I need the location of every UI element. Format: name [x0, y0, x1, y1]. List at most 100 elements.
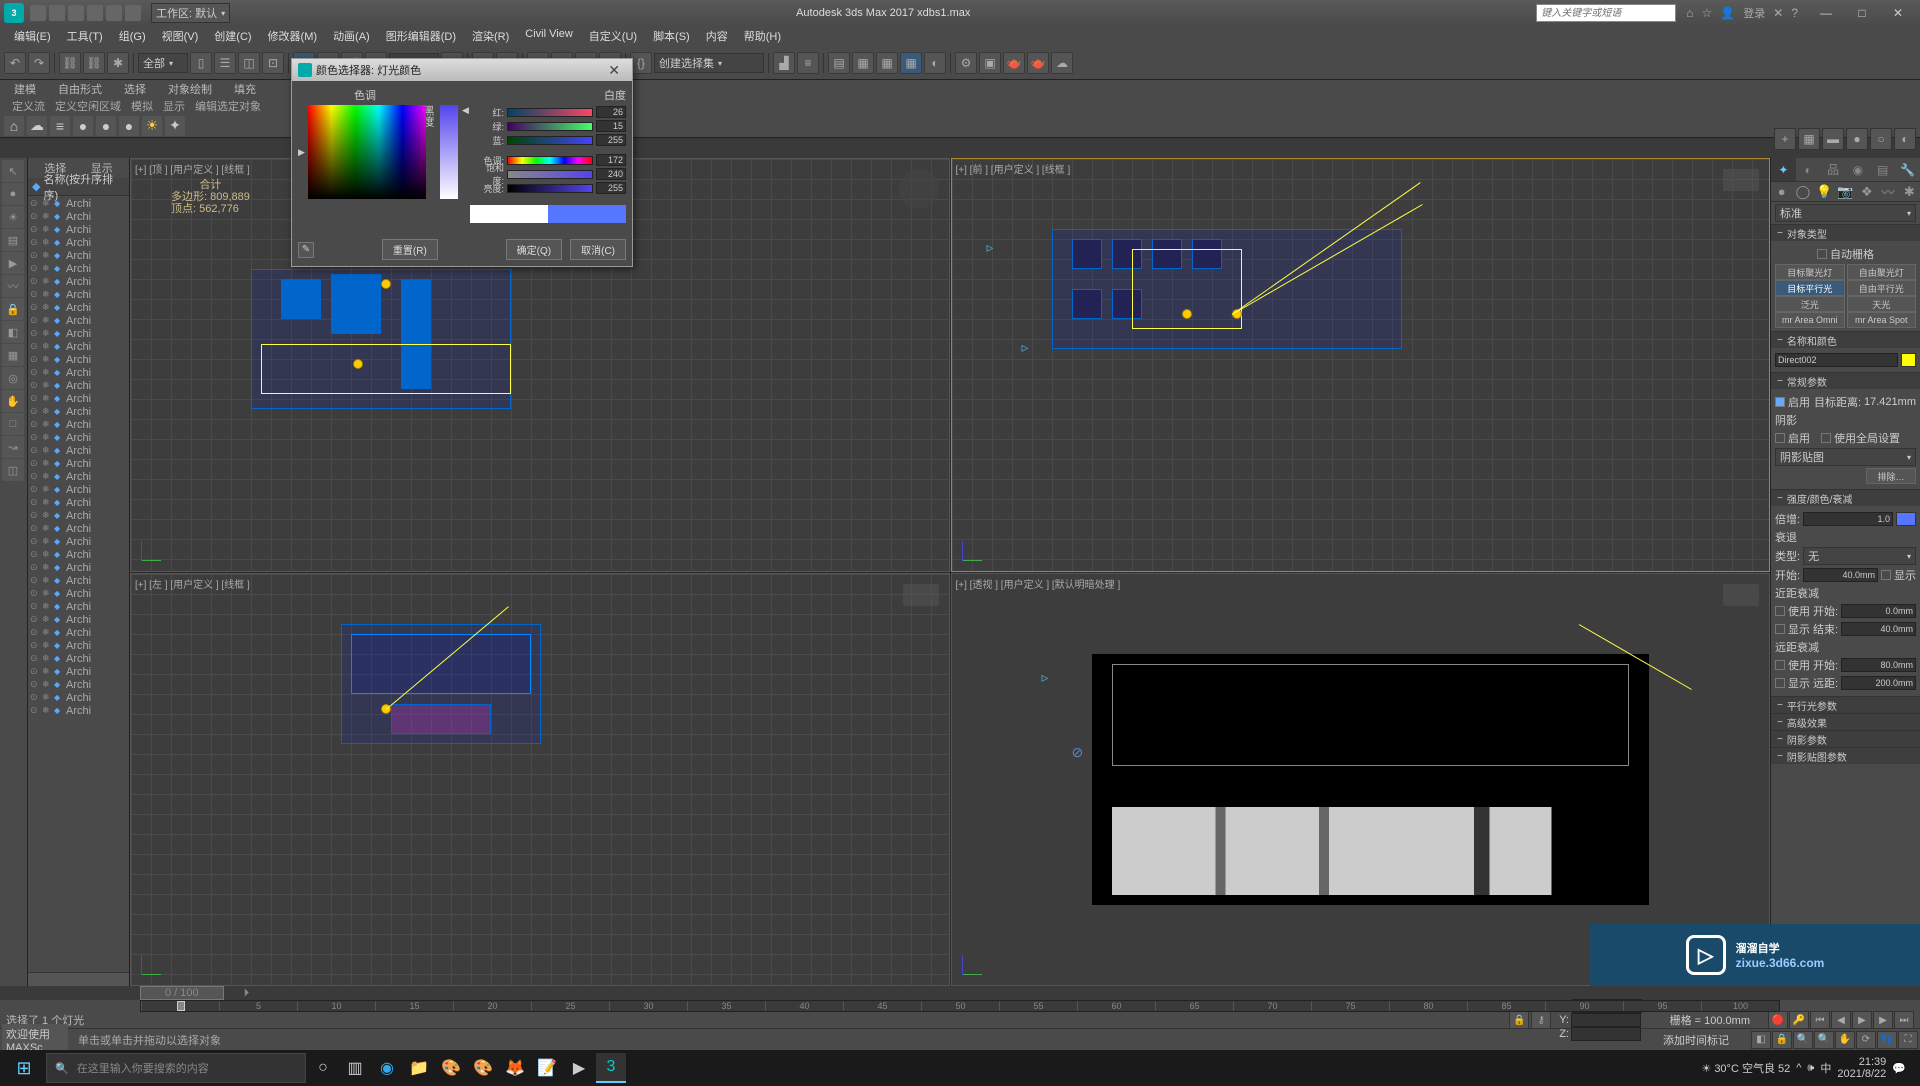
- list-item[interactable]: ⊙❄◆Archi: [28, 626, 129, 639]
- use-global-check[interactable]: 使用全局设置: [1834, 430, 1900, 446]
- explorer-icon[interactable]: 📁: [404, 1053, 434, 1083]
- visibility-icon[interactable]: ⊙: [30, 575, 40, 586]
- menu-group[interactable]: 组(G): [111, 26, 154, 46]
- select-name-icon[interactable]: ☰: [214, 52, 236, 74]
- undo-icon[interactable]: ↶: [4, 52, 26, 74]
- list-item[interactable]: ⊙❄◆Archi: [28, 392, 129, 405]
- autogrid-check[interactable]: 自动栅格: [1830, 246, 1874, 262]
- render-online-icon[interactable]: ☁: [1051, 52, 1073, 74]
- list-item[interactable]: ⊙❄◆Archi: [28, 522, 129, 535]
- shadow-enable-check[interactable]: 启用: [1788, 430, 1810, 446]
- key-lock-icon[interactable]: 🔒: [1509, 1011, 1529, 1029]
- visibility-icon[interactable]: ⊙: [30, 380, 40, 391]
- menu-help[interactable]: 帮助(H): [736, 26, 789, 46]
- lt-box2-icon[interactable]: ◫: [2, 459, 24, 481]
- list-item[interactable]: ⊙❄◆Archi: [28, 301, 129, 314]
- list-item[interactable]: ⊙❄◆Archi: [28, 314, 129, 327]
- visibility-icon[interactable]: ⊙: [30, 666, 40, 677]
- play-button[interactable]: ▶: [1852, 1011, 1872, 1029]
- visibility-icon[interactable]: ⊙: [30, 627, 40, 638]
- systems-cat-icon[interactable]: ✱: [1899, 182, 1920, 201]
- blue-slider[interactable]: [507, 136, 593, 145]
- object-color-swatch[interactable]: [1901, 353, 1916, 367]
- near-end-input[interactable]: [1841, 622, 1916, 636]
- menu-grapheditors[interactable]: 图形编辑器(D): [378, 26, 464, 46]
- window-crossing-icon[interactable]: ⊡: [262, 52, 284, 74]
- exp-scrollbar[interactable]: [28, 972, 129, 986]
- menu-customize[interactable]: 自定义(U): [581, 26, 645, 46]
- rendered-frame-icon[interactable]: ▣: [979, 52, 1001, 74]
- minimize-button[interactable]: —: [1808, 3, 1844, 23]
- add-time-tag[interactable]: 添加时间标记: [1663, 1032, 1729, 1048]
- val-slider[interactable]: [507, 184, 593, 193]
- decay-type-combo[interactable]: 无: [1803, 547, 1916, 565]
- visibility-icon[interactable]: ⊙: [30, 263, 40, 274]
- viewcube-icon[interactable]: [1723, 169, 1759, 191]
- list-item[interactable]: ⊙❄◆Archi: [28, 509, 129, 522]
- vp-layout-icon[interactable]: ▦: [1798, 128, 1820, 150]
- freeze-icon[interactable]: ❄: [42, 250, 52, 261]
- viewcube-icon[interactable]: [899, 169, 939, 209]
- timeline-ruler[interactable]: 0510152025303540455055606570758085909510…: [140, 1000, 1780, 1012]
- exp-sort-header[interactable]: ◆名称(按升序排序): [28, 178, 129, 196]
- list-item[interactable]: ⊙❄◆Archi: [28, 249, 129, 262]
- eyedropper-icon[interactable]: ✎: [298, 242, 314, 258]
- edge-icon[interactable]: ◉: [372, 1053, 402, 1083]
- list-item[interactable]: ⊙❄◆Archi: [28, 262, 129, 275]
- y-input[interactable]: [1571, 1013, 1641, 1027]
- hue-input[interactable]: [596, 154, 626, 166]
- freeze-icon[interactable]: ❄: [42, 523, 52, 534]
- visibility-icon[interactable]: ⊙: [30, 328, 40, 339]
- menu-scripting[interactable]: 脚本(S): [645, 26, 698, 46]
- login-link[interactable]: 登录: [1743, 5, 1765, 21]
- list-item[interactable]: ⊙❄◆Archi: [28, 340, 129, 353]
- list-item[interactable]: ⊙❄◆Archi: [28, 431, 129, 444]
- freeze-icon[interactable]: ❄: [42, 432, 52, 443]
- freeze-icon[interactable]: ❄: [42, 315, 52, 326]
- tab-modeling[interactable]: 建模: [8, 80, 42, 98]
- unlink-icon[interactable]: ⛓: [83, 52, 105, 74]
- link-icon[interactable]: ⛓: [59, 52, 81, 74]
- spacewarps-cat-icon[interactable]: 〰: [1877, 182, 1898, 201]
- list-item[interactable]: ⊙❄◆Archi: [28, 327, 129, 340]
- schematic-view-icon[interactable]: ▦: [900, 52, 922, 74]
- list-item[interactable]: ⊙❄◆Archi: [28, 288, 129, 301]
- menu-rendering[interactable]: 渲染(R): [464, 26, 517, 46]
- rollout-intensity[interactable]: 强度/颜色/衰减: [1771, 490, 1920, 506]
- cloud-icon[interactable]: ☁: [27, 116, 47, 136]
- list-item[interactable]: ⊙❄◆Archi: [28, 665, 129, 678]
- workspace-selector[interactable]: 工作区: 默认: [151, 3, 230, 23]
- freeze-icon[interactable]: ❄: [42, 380, 52, 391]
- lt-swirl-icon[interactable]: 〰: [2, 275, 24, 297]
- vp-persp-label[interactable]: [+] [透视 ] [用户定义 ] [默认明暗处理 ]: [956, 576, 1121, 591]
- hue-slider[interactable]: [507, 156, 593, 165]
- freeze-icon[interactable]: ❄: [42, 653, 52, 664]
- blue-input[interactable]: [596, 134, 626, 146]
- windows-search-input[interactable]: 🔍在这里输入你要搜索的内容: [46, 1053, 306, 1083]
- btn-skylight[interactable]: 天光: [1847, 296, 1917, 312]
- star-icon[interactable]: ☆: [1702, 6, 1713, 20]
- list-item[interactable]: ⊙❄◆Archi: [28, 613, 129, 626]
- sat-slider[interactable]: [507, 170, 593, 179]
- vp-layout2-icon[interactable]: ▬: [1822, 128, 1844, 150]
- visibility-icon[interactable]: ⊙: [30, 458, 40, 469]
- motion-tab-icon[interactable]: ◉: [1845, 158, 1870, 181]
- freeze-icon[interactable]: ❄: [42, 588, 52, 599]
- modify-tab-icon[interactable]: ◐: [1796, 158, 1821, 181]
- far-end-input[interactable]: [1841, 676, 1916, 690]
- shadow-type-combo[interactable]: 阴影贴图: [1775, 448, 1916, 466]
- rollout-shadow-params[interactable]: 阴影参数: [1771, 731, 1920, 747]
- list-item[interactable]: ⊙❄◆Archi: [28, 704, 129, 717]
- freeze-icon[interactable]: ❄: [42, 666, 52, 677]
- help-search-input[interactable]: [1536, 4, 1676, 22]
- visibility-icon[interactable]: ⊙: [30, 510, 40, 521]
- green-slider[interactable]: [507, 122, 593, 131]
- rollout-objecttype[interactable]: 对象类型: [1771, 225, 1920, 241]
- create-sel-set[interactable]: 创建选择集: [654, 53, 764, 73]
- lights-cat-icon[interactable]: 💡: [1814, 182, 1835, 201]
- freeze-icon[interactable]: ❄: [42, 406, 52, 417]
- orbit-icon[interactable]: ⟳: [1856, 1031, 1876, 1049]
- cancel-button[interactable]: 取消(C): [570, 239, 626, 260]
- menu-animation[interactable]: 动画(A): [325, 26, 378, 46]
- list-item[interactable]: ⊙❄◆Archi: [28, 639, 129, 652]
